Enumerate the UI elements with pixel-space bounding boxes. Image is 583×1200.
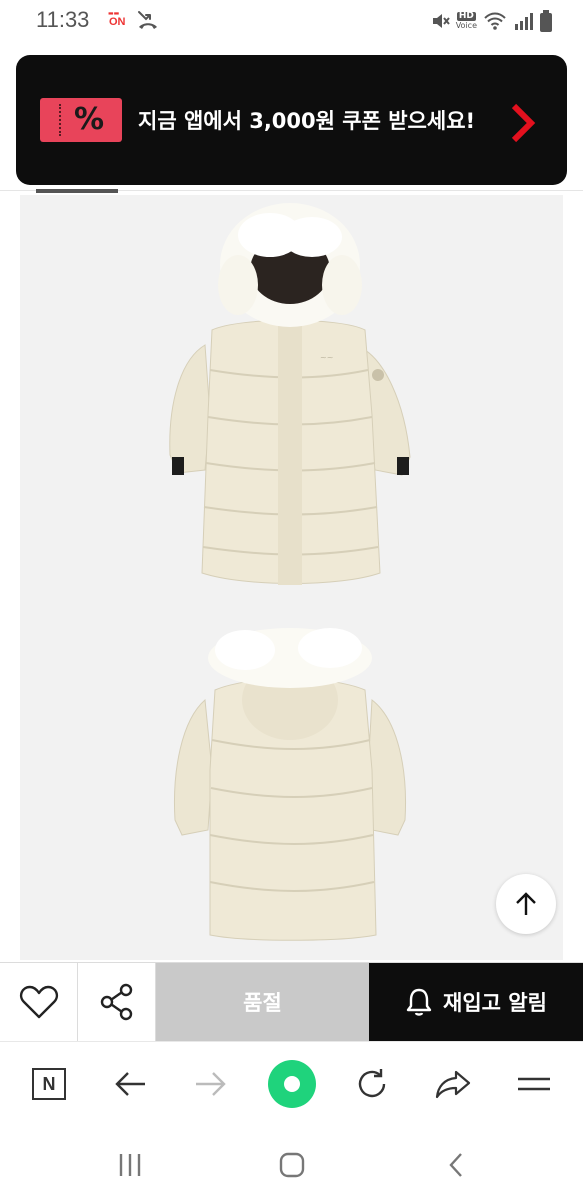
restock-label: 재입고 알림 [443,991,547,1015]
status-bar: 11:33 ▬▬ ON HD Voice [0,0,583,42]
browser-toolbar: N [0,1041,583,1125]
share-button[interactable] [78,963,156,1041]
refresh-icon [358,1069,386,1098]
menu-button[interactable] [512,1062,556,1106]
browser-forward-button[interactable] [189,1062,233,1106]
forward-arrow-icon [196,1072,226,1096]
bell-icon [406,988,432,1016]
on-app-icon: ▬▬ ON [108,10,126,28]
back-arrow-icon [115,1072,145,1096]
tab-indicator [36,189,118,193]
product-image: ~~ [20,195,563,960]
home-icon [279,1152,305,1178]
arrow-up-icon [516,892,536,915]
wish-button[interactable] [0,963,78,1041]
naver-n-icon: N [32,1068,66,1100]
status-icons: HD Voice [430,8,553,34]
share-forward-icon [435,1070,471,1099]
coat-front-image: ~~ [169,203,411,585]
refresh-button[interactable] [350,1062,394,1106]
system-back-button[interactable] [436,1147,476,1183]
missed-call-icon [138,11,157,29]
svg-text:~~: ~~ [320,353,333,362]
heart-icon [19,985,58,1019]
scroll-top-button[interactable] [496,874,556,934]
battery-icon [540,10,552,32]
coupon-ticket-icon: % [40,98,122,142]
coupon-banner-text: 지금 앱에서 3,000원 쿠폰 받으세요! [138,109,476,133]
restock-alert-button[interactable]: 재입고 알림 [369,963,583,1041]
signal-icon [515,13,533,30]
browser-back-button[interactable] [108,1062,152,1106]
coupon-banner[interactable]: % 지금 앱에서 3,000원 쿠폰 받으세요! [16,55,567,185]
home-button[interactable] [272,1147,312,1183]
hd-voice-icon: HD Voice [455,11,477,30]
green-dot-button[interactable] [268,1060,316,1108]
share-forward-button[interactable] [431,1062,475,1106]
share-icon [100,983,132,1021]
product-action-bar: 품절 재입고 알림 [0,962,583,1041]
wifi-icon [484,12,506,30]
chevron-right-icon[interactable] [510,103,536,143]
soldout-button[interactable]: 품절 [156,963,369,1041]
system-nav-bar [0,1125,583,1200]
soldout-label: 품절 [243,991,282,1015]
recent-apps-button[interactable] [110,1147,150,1183]
green-dot-icon [268,1060,316,1108]
mute-icon [432,14,450,28]
recent-apps-icon [119,1154,141,1176]
back-icon [449,1153,462,1177]
status-time: 11:33 [36,7,90,32]
coat-back-image [174,628,406,941]
menu-icon [518,1077,550,1091]
naver-home-button[interactable]: N [27,1062,71,1106]
